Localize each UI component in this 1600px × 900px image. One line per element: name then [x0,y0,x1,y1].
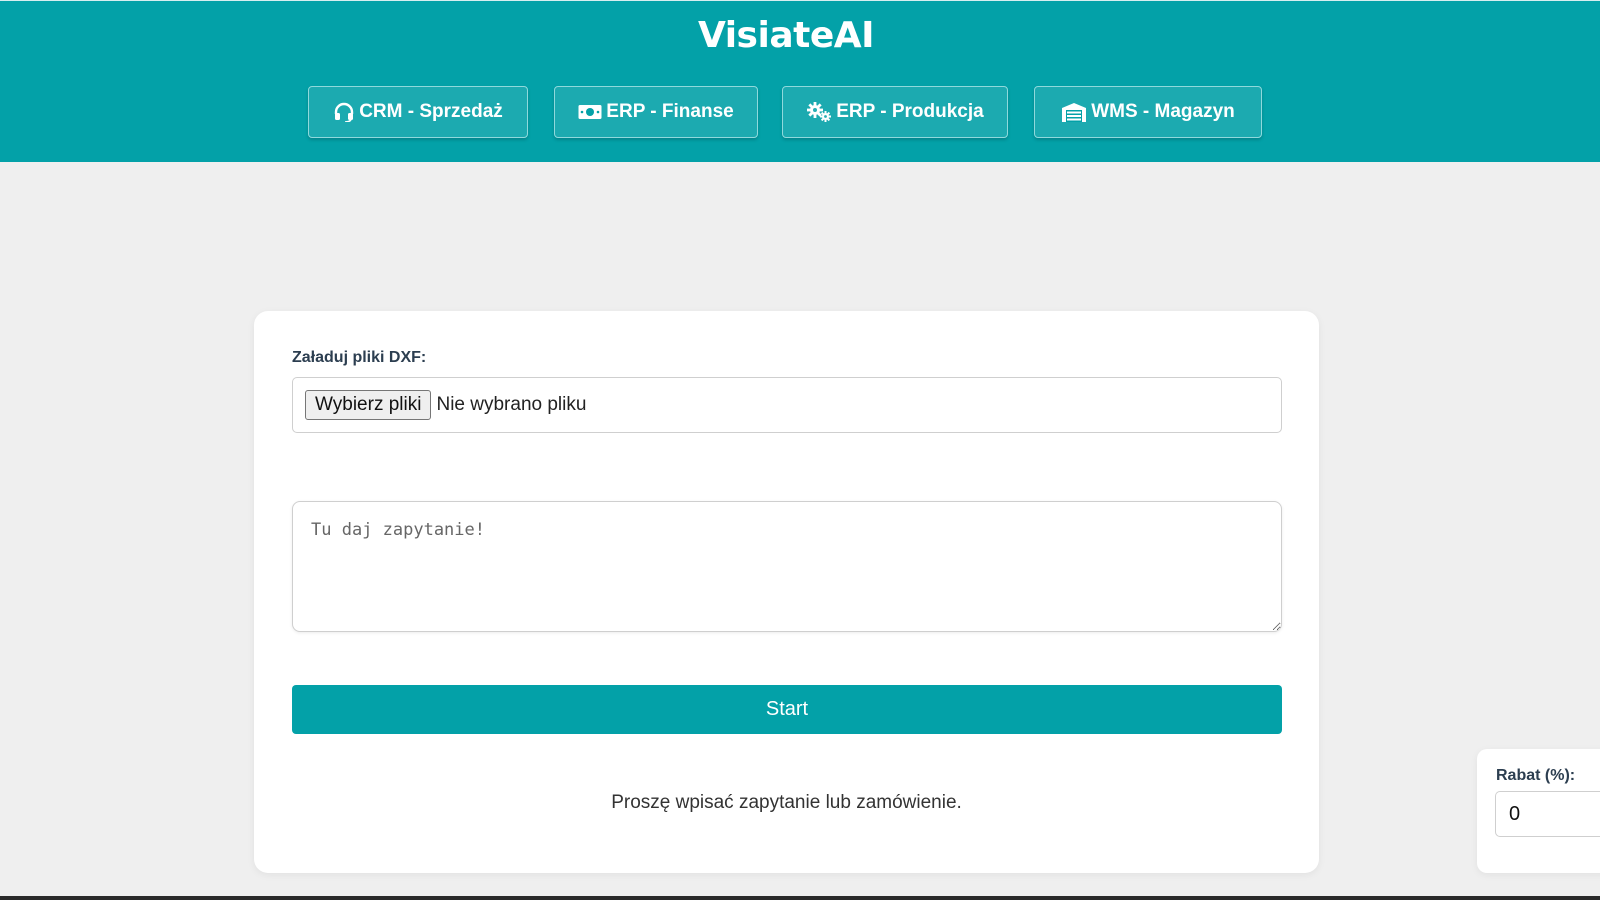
nav-button-label: ERP - Finanse [606,101,734,122]
bottom-edge [0,896,1600,900]
money-bill-icon [578,105,602,119]
nav-button-label: ERP - Produkcja [836,101,984,122]
choose-files-button[interactable]: Wybierz pliki [305,390,432,420]
app-title: VisiateAI [697,15,875,56]
status-message: Proszę wpisać zapytanie lub zamówienie. [611,792,962,813]
top-header: VisiateAI CRM - Sprzedaż ERP - Finanse E… [0,0,1600,162]
main-form-card: Załaduj pliki DXF: Wybierz pliki Nie wyb… [254,311,1319,873]
warehouse-icon [1062,103,1087,122]
discount-label: Rabat (%): [1496,767,1576,784]
file-status-text: Nie wybrano pliku [436,394,587,415]
nav-button-crm[interactable]: CRM - Sprzedaż [308,86,528,138]
nav-button-wms[interactable]: WMS - Magazyn [1034,86,1262,138]
discount-card: Rabat (%): [1477,749,1600,873]
nav-button-label: WMS - Magazyn [1091,101,1235,122]
dxf-file-input[interactable]: Wybierz pliki Nie wybrano pliku [292,377,1282,433]
headset-icon [335,102,354,122]
nav-button-erp-finanse[interactable]: ERP - Finanse [554,86,758,138]
dxf-upload-label: Załaduj pliki DXF: [292,349,427,366]
discount-input[interactable] [1495,791,1600,837]
nav-button-label: CRM - Sprzedaż [359,101,503,122]
query-textarea[interactable] [292,501,1282,632]
cogs-icon [807,102,832,122]
nav-button-erp-produkcja[interactable]: ERP - Produkcja [782,86,1008,138]
start-button[interactable]: Start [292,685,1282,734]
